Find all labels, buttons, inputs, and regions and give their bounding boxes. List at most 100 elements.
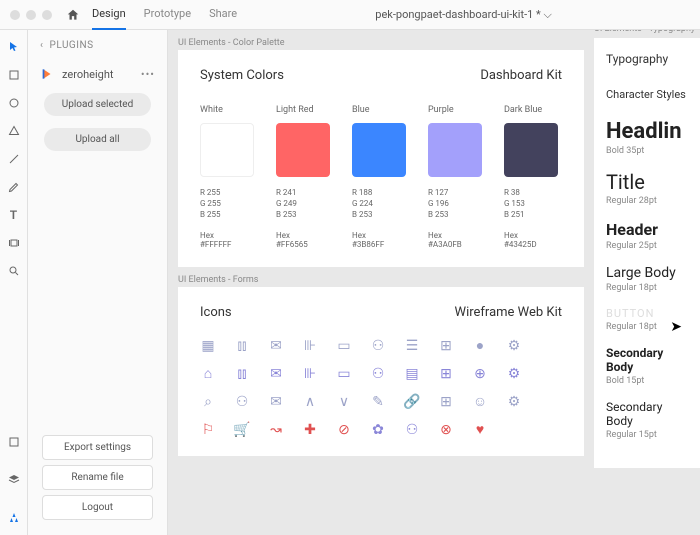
mode-tabs: Design Prototype Share xyxy=(92,0,237,30)
color-swatch[interactable] xyxy=(352,123,406,177)
plugins-icon[interactable] xyxy=(7,511,21,525)
typography-heading: Typography xyxy=(606,52,692,66)
wireframe-icon[interactable]: ✉ xyxy=(268,366,284,382)
wireframe-icon[interactable]: ✎ xyxy=(370,394,386,410)
type-meta: Regular 18pt xyxy=(606,283,692,293)
plugin-menu-icon[interactable]: ••• xyxy=(141,68,155,81)
wireframe-icon[interactable]: ⚇ xyxy=(370,338,386,354)
hex-value: #3B86FF xyxy=(352,240,410,249)
rename-file-button[interactable]: Rename file xyxy=(42,465,153,490)
artboard-tool-icon[interactable] xyxy=(7,236,21,250)
home-icon[interactable] xyxy=(66,8,80,22)
wireframe-icon[interactable]: ⌕ xyxy=(200,394,216,410)
wireframe-icon[interactable]: ⚇ xyxy=(234,394,250,410)
type-meta: Bold 35pt xyxy=(606,146,692,156)
zoom-tool-icon[interactable] xyxy=(7,264,21,278)
logout-button[interactable]: Logout xyxy=(42,495,153,520)
color-swatch[interactable] xyxy=(200,123,254,177)
artboard-label-forms[interactable]: UI Elements - Forms xyxy=(178,275,584,285)
back-chevron-icon[interactable]: ‹ xyxy=(40,40,44,51)
wireframe-icon[interactable]: ∨ xyxy=(336,394,352,410)
rgb-values: R 188G 224B 253 xyxy=(352,187,410,221)
min-dot[interactable] xyxy=(26,10,36,20)
wireframe-icon[interactable]: ✉ xyxy=(268,394,284,410)
line-tool-icon[interactable] xyxy=(7,152,21,166)
ellipse-tool-icon[interactable] xyxy=(7,96,21,110)
wireframe-icon[interactable]: ▤ xyxy=(404,366,420,382)
wireframe-icon[interactable]: ♥ xyxy=(472,422,488,438)
wireframe-icon[interactable]: 🔗 xyxy=(404,394,420,410)
color-swatch[interactable] xyxy=(428,123,482,177)
canvas[interactable]: UI Elements - Color Palette System Color… xyxy=(168,30,700,535)
upload-selected-button[interactable]: Upload selected xyxy=(44,93,151,116)
swatch-name: Purple xyxy=(428,105,486,115)
wireframe-icon[interactable]: ▭ xyxy=(336,338,352,354)
tab-design[interactable]: Design xyxy=(92,0,126,30)
close-dot[interactable] xyxy=(10,10,20,20)
export-settings-button[interactable]: Export settings xyxy=(42,435,153,460)
wireframe-icon[interactable]: ⊗ xyxy=(438,422,454,438)
wireframe-icon[interactable]: ⚇ xyxy=(404,422,420,438)
wireframe-icon[interactable]: ⫾⫾ xyxy=(234,366,250,382)
wireframe-icon[interactable]: ● xyxy=(472,338,488,354)
wireframe-icon[interactable]: ⊕ xyxy=(472,366,488,382)
plugin-zeroheight[interactable]: zeroheight ••• xyxy=(28,61,167,87)
swatch-name: White xyxy=(200,105,258,115)
max-dot[interactable] xyxy=(42,10,52,20)
wireframe-icon[interactable]: ▦ xyxy=(200,338,216,354)
document-title[interactable]: pek-pongpaet-dashboard-ui-kit-1 * ⌵ xyxy=(237,8,690,22)
select-tool-icon[interactable] xyxy=(7,40,21,54)
wireframe-icon[interactable]: ⚇ xyxy=(370,366,386,382)
tab-prototype[interactable]: Prototype xyxy=(144,0,191,30)
wireframe-icon[interactable]: ☺ xyxy=(472,394,488,410)
type-sample: Headlin xyxy=(606,119,692,144)
type-meta: Bold 15pt xyxy=(606,376,692,386)
wireframe-icon[interactable]: ⊞ xyxy=(438,338,454,354)
polygon-tool-icon[interactable] xyxy=(7,124,21,138)
pen-tool-icon[interactable] xyxy=(7,180,21,194)
artboard-typography[interactable]: Typography Character Styles HeadlinBold … xyxy=(594,38,700,468)
rgb-values: R 255G 255B 255 xyxy=(200,187,258,221)
hex-value: #A3A0FB xyxy=(428,240,486,249)
wireframe-icon[interactable]: ⚐ xyxy=(200,422,216,438)
wireframe-icon[interactable]: ⌂ xyxy=(200,366,216,382)
wireframe-icon[interactable]: ▭ xyxy=(336,366,352,382)
color-swatch[interactable] xyxy=(504,123,558,177)
wireframe-icon[interactable]: ⊞ xyxy=(438,394,454,410)
color-swatch[interactable] xyxy=(276,123,330,177)
wireframe-icon[interactable]: ⚙ xyxy=(506,366,522,382)
text-tool-icon[interactable]: T xyxy=(7,208,21,222)
zeroheight-icon xyxy=(40,67,54,81)
type-sample: Secondary Body xyxy=(606,346,692,374)
wireframe-icon[interactable]: ✿ xyxy=(370,422,386,438)
hex-value: #43425D xyxy=(504,240,562,249)
tab-share[interactable]: Share xyxy=(209,0,237,30)
wireframe-icon[interactable]: ☰ xyxy=(404,338,420,354)
wireframe-icon[interactable]: ✉ xyxy=(268,338,284,354)
artboard-palette[interactable]: System Colors Dashboard Kit WhiteR 255G … xyxy=(178,50,584,267)
upload-all-button[interactable]: Upload all xyxy=(44,128,151,151)
wireframe-icon[interactable]: ⊪ xyxy=(302,366,318,382)
rectangle-tool-icon[interactable] xyxy=(7,68,21,82)
plugins-heading[interactable]: ‹ PLUGINS xyxy=(28,30,167,61)
type-meta: Regular 15pt xyxy=(606,430,692,440)
layers-icon[interactable] xyxy=(7,473,21,487)
artboard-forms[interactable]: Icons Wireframe Web Kit ▦⫾⫾✉⊪▭⚇☰⊞●⚙⌂⫾⫾✉⊪… xyxy=(178,287,584,456)
wireframe-icon[interactable]: ∧ xyxy=(302,394,318,410)
wireframe-icon[interactable]: ↝ xyxy=(268,422,284,438)
palette-title: System Colors xyxy=(200,68,284,83)
wireframe-icon[interactable]: ⊪ xyxy=(302,338,318,354)
tool-column: T xyxy=(0,30,28,535)
wireframe-icon[interactable]: ✚ xyxy=(302,422,318,438)
artboard-label-typography[interactable]: UI Elements - Typography xyxy=(594,30,695,34)
swatch-name: Dark Blue xyxy=(504,105,562,115)
assets-icon[interactable] xyxy=(7,435,21,449)
wireframe-icon[interactable]: ⚙ xyxy=(506,338,522,354)
wireframe-icon[interactable]: ⊞ xyxy=(438,366,454,382)
wireframe-icon[interactable]: ⫾⫾ xyxy=(234,338,250,354)
wireframe-icon[interactable]: ⊘ xyxy=(336,422,352,438)
wireframe-icon[interactable]: ⚙ xyxy=(506,394,522,410)
swatch-name: Light Red xyxy=(276,105,334,115)
wireframe-icon[interactable]: 🛒 xyxy=(234,422,250,438)
artboard-label-palette[interactable]: UI Elements - Color Palette xyxy=(178,38,584,48)
